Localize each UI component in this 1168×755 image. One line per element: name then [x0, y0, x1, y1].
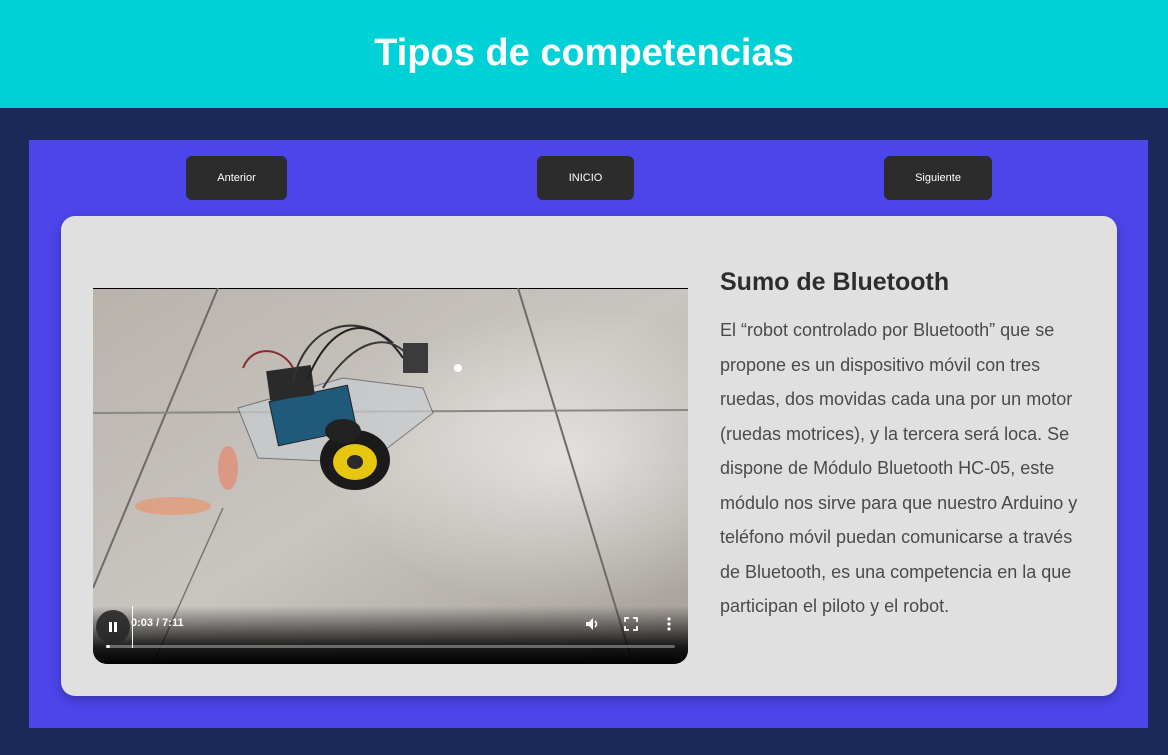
fullscreen-icon[interactable]: [621, 614, 641, 634]
home-button[interactable]: INICIO: [537, 156, 634, 200]
card-text: Sumo de Bluetooth El “robot controlado p…: [720, 268, 1090, 624]
previous-button[interactable]: Anterior: [186, 156, 287, 200]
pause-button[interactable]: [96, 610, 130, 644]
pause-icon: [109, 622, 117, 632]
video-time: 0:03 / 7:11: [131, 617, 184, 629]
card-heading: Sumo de Bluetooth: [720, 268, 950, 296]
content-panel: Anterior INICIO Siguiente 0:03 / 7:11 Su…: [29, 140, 1148, 728]
video-player[interactable]: 0:03 / 7:11: [93, 288, 688, 664]
page-title: Tipos de competencias: [374, 31, 794, 74]
page-header: Tipos de competencias: [0, 0, 1168, 108]
video-controls: 0:03 / 7:11: [93, 606, 688, 664]
card-description: El “robot controlado por Bluetooth” que …: [720, 320, 1078, 616]
video-progress-fill: [106, 645, 110, 648]
competition-card: 0:03 / 7:11 Sumo de Bluetooth El “robot …: [61, 216, 1117, 696]
next-button[interactable]: Siguiente: [884, 156, 992, 200]
video-progress-bar[interactable]: [106, 645, 675, 648]
more-options-icon[interactable]: [659, 614, 679, 634]
volume-icon[interactable]: [582, 614, 602, 634]
